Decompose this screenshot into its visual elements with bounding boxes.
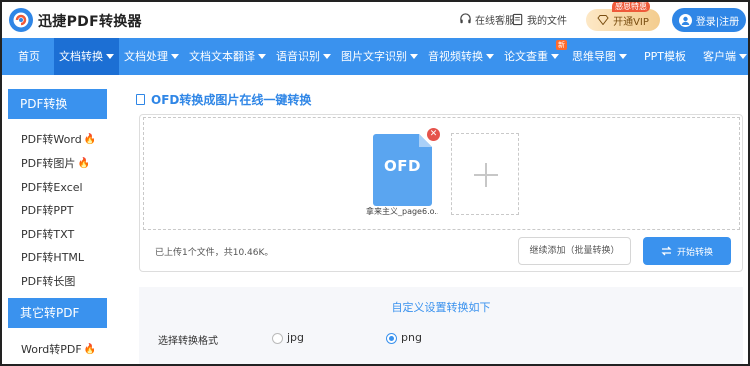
sidebar-item-pdf-to-excel[interactable]: PDF转Excel [21, 179, 83, 195]
sidebar-item-label: PDF转PPT [21, 204, 74, 217]
login-register-button[interactable]: 登录|注册 [672, 8, 746, 32]
customer-service-label: 在线客服 [475, 16, 515, 27]
nav-mindmap[interactable]: 思维导图 [567, 38, 632, 75]
sidebar-item-label: PDF转长图 [21, 275, 76, 288]
add-file-button[interactable] [451, 133, 519, 215]
nav-av-convert[interactable]: 音视频转换 [423, 38, 499, 75]
settings-title: 自定义设置转换如下 [391, 301, 491, 314]
my-files-link[interactable]: 我的文件 [511, 12, 567, 27]
sidebar-item-pdf-to-ppt[interactable]: PDF转PPT [21, 202, 73, 218]
headset-icon [460, 13, 471, 24]
sidebar-item-pdf-to-word[interactable]: PDF转Word 🔥 [21, 131, 96, 147]
sidebar-item-label: Word转PDF [21, 343, 82, 356]
my-files-label: 我的文件 [527, 16, 567, 27]
customer-service-link[interactable]: 在线客服 [459, 12, 515, 27]
open-vip-button[interactable]: 开通VIP [586, 9, 660, 31]
caret-down-icon [323, 54, 331, 59]
nav-image-ocr[interactable]: 图片文字识别 [336, 38, 423, 75]
sidebar-item-word-to-pdf[interactable]: Word转PDF 🔥 [21, 341, 96, 357]
nav-label: 音视频转换 [428, 50, 483, 63]
login-label: 登录|注册 [695, 16, 740, 28]
caret-down-icon [410, 54, 418, 59]
sidebar-item-pdf-to-long-image[interactable]: PDF转长图 [21, 273, 75, 289]
nav-label: 思维导图 [572, 50, 616, 63]
sidebar-item-pdf-to-txt[interactable]: PDF转TXT [21, 226, 74, 242]
nav-label: 客户端 [703, 50, 736, 63]
caret-down-icon [171, 54, 179, 59]
caret-down-icon [551, 54, 559, 59]
page-title-text: OFD转换成图片在线一键转换 [151, 93, 312, 107]
radio-jpg[interactable] [272, 333, 283, 344]
caret-down-icon [258, 54, 266, 59]
remove-file-icon[interactable]: ✕ [427, 128, 440, 141]
hot-fire-icon: 🔥 [83, 133, 97, 145]
file-extension-label: OFD [384, 157, 421, 175]
nav-doc-translate[interactable]: 文档文本翻译 [184, 38, 271, 75]
plus-icon-vertical [485, 163, 487, 187]
file-name: 拿来主义_page6.o... [366, 207, 438, 216]
format-label: 选择转换格式 [158, 336, 218, 347]
sidebar-item-label: PDF转图片 [21, 157, 76, 170]
sidebar-item-pdf-to-image[interactable]: PDF转图片 🔥 [21, 155, 90, 171]
nav-label: 文档转换 [59, 50, 103, 63]
start-convert-label: 开始转换 [676, 247, 713, 258]
document-icon [512, 13, 523, 26]
app-logo[interactable] [8, 7, 34, 33]
nav-label: PPT模板 [644, 50, 686, 63]
caret-down-icon [739, 54, 747, 59]
nav-doc-process[interactable]: 文档处理 [119, 38, 184, 75]
continue-add-button[interactable]: 继续添加（批量转换） [518, 237, 631, 265]
hot-fire-icon: 🔥 [83, 343, 97, 355]
nav-ppt-template[interactable]: PPT模板 [632, 38, 698, 75]
nav-label: 图片文字识别 [341, 50, 407, 63]
radio-png[interactable] [386, 333, 397, 344]
nav-doc-convert[interactable]: 文档转换 [54, 38, 119, 75]
hot-fire-icon: 🔥 [77, 157, 90, 169]
nav-speech-recognition[interactable]: 语音识别 [271, 38, 336, 75]
top-header: 迅捷PDF转换器 在线客服 我的文件 开通VIP 感恩特惠 登录|注册 [0, 0, 750, 38]
caret-down-icon [106, 54, 114, 59]
diamond-icon [597, 15, 609, 25]
sidebar-item-label: PDF转Excel [21, 181, 83, 194]
promo-badge: 感恩特惠 [612, 1, 650, 12]
file-icon [136, 94, 145, 105]
user-icon [678, 13, 692, 27]
upload-drop-zone[interactable] [143, 117, 740, 230]
nav-label: 论文查重 [504, 50, 548, 63]
sidebar-item-label: PDF转HTML [21, 251, 85, 264]
radio-jpg-label[interactable]: jpg [287, 331, 304, 344]
nav-label: 首页 [18, 50, 40, 63]
sidebar-item-label: PDF转Word [21, 133, 82, 146]
vip-label: 开通VIP [613, 16, 649, 28]
caret-down-icon [619, 54, 627, 59]
nav-label: 语音识别 [276, 50, 320, 63]
nav-home[interactable]: 首页 [0, 38, 54, 75]
sidebar-group-other-to-pdf[interactable]: 其它转PDF [8, 298, 107, 328]
start-convert-button[interactable]: 开始转换 [643, 237, 731, 265]
brand-name[interactable]: 迅捷PDF转换器 [38, 11, 142, 31]
caret-down-icon [486, 54, 494, 59]
nav-label: 文档文本翻译 [189, 50, 255, 63]
new-badge: 新 [556, 40, 567, 50]
sidebar-item-pdf-to-html[interactable]: PDF转HTML [21, 249, 84, 265]
sidebar-group-pdf-convert[interactable]: PDF转换 [8, 89, 107, 119]
sidebar-item-label: PDF转TXT [21, 228, 75, 241]
nav-label: 文档处理 [124, 50, 168, 63]
swap-arrows-icon [661, 246, 672, 256]
nav-plagiarism-check[interactable]: 论文查重新 [499, 38, 567, 75]
page-title: OFD转换成图片在线一键转换 [136, 91, 311, 108]
upload-status-text: 已上传1个文件，共10.46K。 [155, 248, 274, 258]
header-divider [503, 14, 504, 24]
radio-png-label[interactable]: png [401, 331, 422, 344]
nav-client[interactable]: 客户端 [698, 38, 750, 75]
main-nav: 首页 文档转换 文档处理 文档文本翻译 语音识别 图片文字识别 音视频转换 论文… [0, 38, 750, 75]
